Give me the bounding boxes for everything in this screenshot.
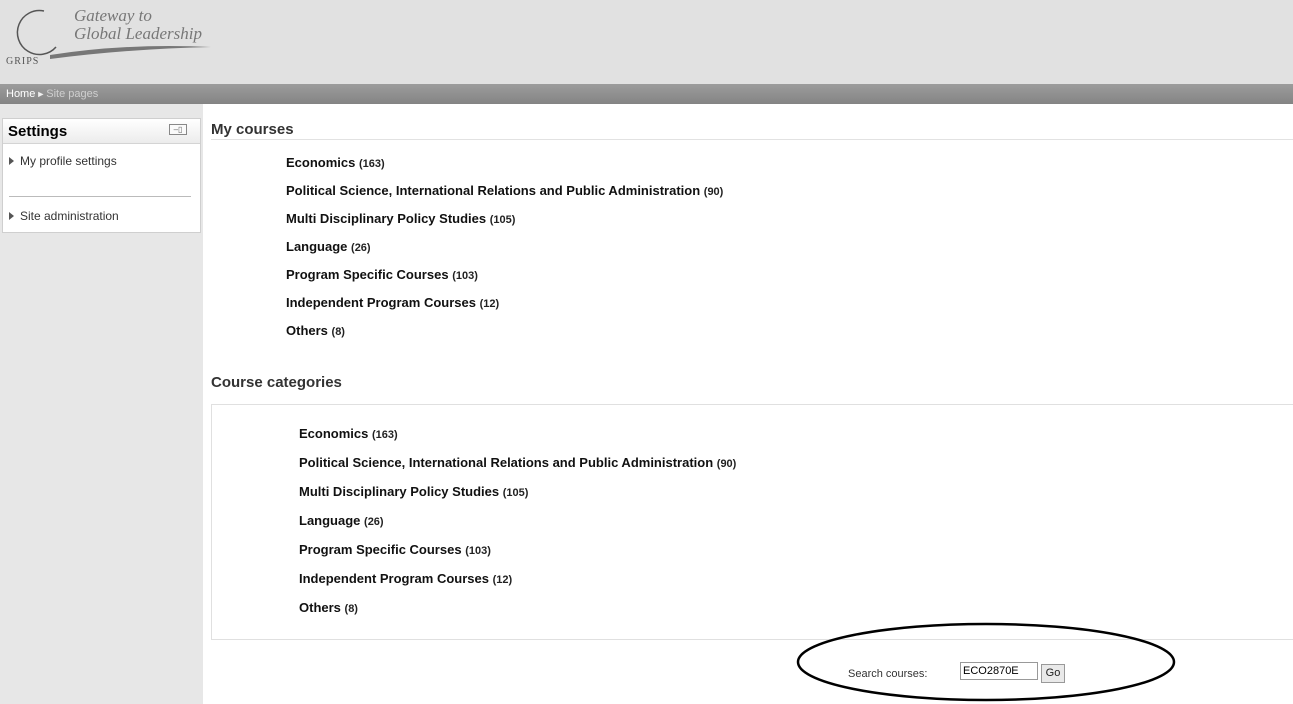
breadcrumb: Home►Site pages xyxy=(6,88,98,100)
course-category-link[interactable]: Program Specific Courses (103) xyxy=(299,542,491,557)
sidebar-item-label: Site administration xyxy=(20,209,119,223)
sidebar-item-site-administration[interactable]: Site administration xyxy=(9,209,119,223)
divider xyxy=(9,196,191,197)
breadcrumb-separator-icon: ► xyxy=(36,89,46,99)
left-sidebar: Settings –▯ My profile settings Site adm… xyxy=(0,104,203,704)
course-category-link[interactable]: Independent Program Courses (12) xyxy=(299,571,512,586)
grips-logo[interactable]: Gateway to Global Leadership GRIPS xyxy=(6,5,236,79)
my-course-category-link[interactable]: Independent Program Courses (12) xyxy=(286,295,499,310)
sidebar-item-my-profile-settings[interactable]: My profile settings xyxy=(9,154,117,168)
breadcrumb-current: Site pages xyxy=(46,88,99,100)
breadcrumb-home-link[interactable]: Home xyxy=(6,88,35,100)
navbar: Home►Site pages xyxy=(0,84,1293,104)
my-courses-heading: My courses xyxy=(211,121,294,138)
dock-block-icon[interactable]: –▯ xyxy=(169,124,187,135)
course-category-link[interactable]: Economics (163) xyxy=(299,426,398,441)
logo-tagline-line2: Global Leadership xyxy=(74,24,202,43)
my-course-category-link[interactable]: Economics (163) xyxy=(286,155,385,170)
course-categories-heading: Course categories xyxy=(211,374,342,391)
my-course-category-link[interactable]: Political Science, International Relatio… xyxy=(286,183,723,198)
expand-arrow-icon xyxy=(9,156,14,165)
course-category-link[interactable]: Language (26) xyxy=(299,513,384,528)
course-category-link[interactable]: Multi Disciplinary Policy Studies (105) xyxy=(299,484,528,499)
sidebar-item-label: My profile settings xyxy=(20,154,117,168)
divider xyxy=(211,139,1293,140)
my-course-category-link[interactable]: Language (26) xyxy=(286,239,371,254)
logo-grips-text: GRIPS xyxy=(6,56,40,67)
course-category-link[interactable]: Political Science, International Relatio… xyxy=(299,455,736,470)
course-category-link[interactable]: Others (8) xyxy=(299,600,358,615)
my-course-category-link[interactable]: Multi Disciplinary Policy Studies (105) xyxy=(286,211,515,226)
my-course-category-link[interactable]: Program Specific Courses (103) xyxy=(286,267,478,282)
main-content: My courses Economics (163) Political Sci… xyxy=(203,104,1293,704)
settings-block: Settings –▯ My profile settings Site adm… xyxy=(2,118,201,233)
highlight-ellipse-annotation xyxy=(796,622,1176,702)
my-course-category-link[interactable]: Others (8) xyxy=(286,323,345,338)
logo-tagline-line1: Gateway to xyxy=(74,6,152,25)
expand-arrow-icon xyxy=(9,211,14,220)
page-header: Gateway to Global Leadership GRIPS xyxy=(0,0,1293,84)
settings-block-header: Settings –▯ xyxy=(3,119,200,144)
settings-title: Settings xyxy=(8,123,68,140)
